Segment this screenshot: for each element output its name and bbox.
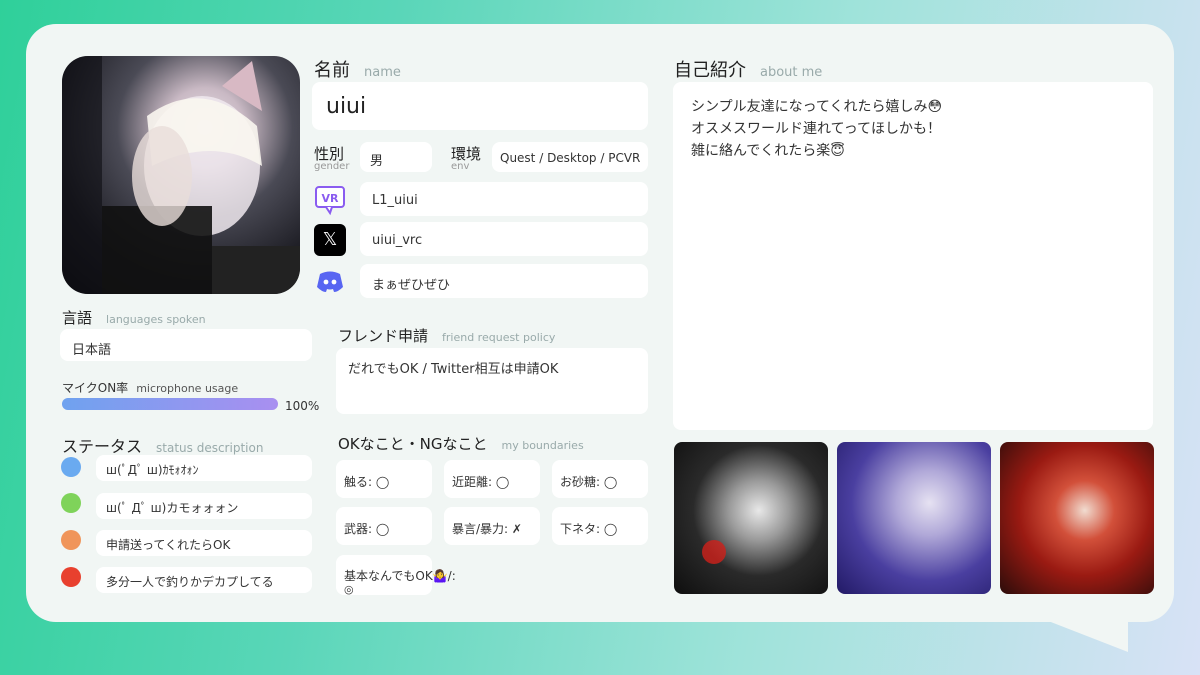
about-box: シンプル友達になってくれたら嬉しみ😳 オスメスワールド連れてってほしかも！ 雑に…: [673, 82, 1153, 430]
status-item: ш(ﾟДﾟ ш)ｶﾓｫｵｫﾝ: [96, 455, 312, 481]
discord-icon: [314, 265, 346, 297]
languages-field: 日本語: [60, 329, 312, 361]
mic-progress-bar: [62, 398, 278, 410]
status-item: 多分一人で釣りかデカプしてる: [96, 567, 312, 593]
status-dot-blue: [61, 457, 81, 477]
status-item: 申請送ってくれたらOK: [96, 530, 312, 556]
mic-subtitle: microphone usage: [136, 382, 239, 395]
boundary-item: 暴言/暴力: ✗: [444, 507, 540, 545]
name-field: uiui: [312, 82, 648, 130]
status-item: ш(ﾟ Дﾟ ш)カモォォォン: [96, 493, 312, 519]
languages-title: 言語 languages spoken: [62, 309, 206, 327]
boundary-item: 下ネタ: ◯: [552, 507, 648, 545]
name-subtitle: name: [364, 65, 401, 80]
about-line: 雑に絡んでくれたら楽😇: [691, 143, 845, 159]
svg-text:VR: VR: [322, 192, 340, 205]
status-dot-green: [61, 493, 81, 513]
languages-subtitle: languages spoken: [106, 313, 206, 326]
vrchat-field: L1_uiui: [360, 182, 648, 216]
boundary-item: 武器: ◯: [336, 507, 432, 545]
about-line: シンプル友達になってくれたら嬉しみ😳: [691, 99, 943, 115]
env-subtitle: env: [451, 161, 470, 172]
env-field: Quest / Desktop / PCVR: [492, 142, 648, 172]
mic-percent-label: 100%: [285, 399, 320, 413]
discord-field: まぁぜひぜひ: [360, 264, 648, 298]
status-text: ш(ﾟДﾟ ш)ｶﾓｫｵｫﾝ: [106, 463, 199, 477]
friend-field: だれでもOK / Twitter相互は申請OK: [336, 348, 648, 414]
speech-bubble-tail: [1020, 610, 1128, 652]
photo-3: [1000, 442, 1154, 594]
discord-value: まぁぜひぜひ: [372, 278, 451, 293]
vrchat-icon: VR: [314, 184, 346, 216]
boundary-note-line: ◎: [344, 583, 354, 596]
status-text: ш(ﾟ Дﾟ ш)カモォォォン: [106, 501, 239, 515]
friend-title: フレンド申請 friend request policy: [338, 327, 556, 345]
about-line: オスメスワールド連れてってほしかも！: [691, 121, 942, 137]
status-dot-orange: [61, 530, 81, 550]
boundaries-title: OKなこと・NGなこと my boundaries: [338, 435, 584, 453]
status-title: ステータス status description: [62, 437, 264, 456]
about-title: 自己紹介 about me: [674, 60, 823, 81]
x-value: uiui_vrc: [372, 233, 423, 248]
avatar: [62, 56, 300, 294]
vrchat-value: L1_uiui: [372, 193, 418, 208]
status-text: 多分一人で釣りかデカプしてる: [106, 575, 274, 589]
about-subtitle: about me: [760, 65, 823, 80]
photo-1: [674, 442, 828, 594]
languages-value: 日本語: [72, 343, 112, 358]
boundary-item: 近距離: ◯: [444, 460, 540, 498]
boundary-note: 基本なんでもOK🤷‍♀️/: ◎: [336, 555, 456, 596]
boundary-note-line: 基本なんでもOK🤷‍♀️/:: [344, 569, 456, 583]
x-field: uiui_vrc: [360, 222, 648, 256]
mic-title: マイクON率 microphone usage: [62, 381, 239, 395]
x-logo-icon: 𝕏: [314, 224, 346, 256]
boundaries-subtitle: my boundaries: [501, 439, 584, 452]
boundary-item: 触る: ◯: [336, 460, 432, 498]
env-value: Quest / Desktop / PCVR: [500, 151, 641, 165]
name-title: 名前 name: [314, 60, 401, 81]
gender-value: 男: [370, 154, 384, 169]
status-text: 申請送ってくれたらOK: [106, 538, 231, 552]
photo-2: [837, 442, 991, 594]
friend-value: だれでもOK / Twitter相互は申請OK: [348, 362, 559, 377]
status-dot-red: [61, 567, 81, 587]
boundary-item: お砂糖: ◯: [552, 460, 648, 498]
status-subtitle: status description: [156, 441, 264, 455]
gender-subtitle: gender: [314, 161, 350, 172]
gender-field: 男: [360, 142, 432, 172]
mic-progress-fill: [62, 398, 278, 410]
name-value: uiui: [326, 94, 367, 119]
friend-subtitle: friend request policy: [442, 331, 556, 344]
